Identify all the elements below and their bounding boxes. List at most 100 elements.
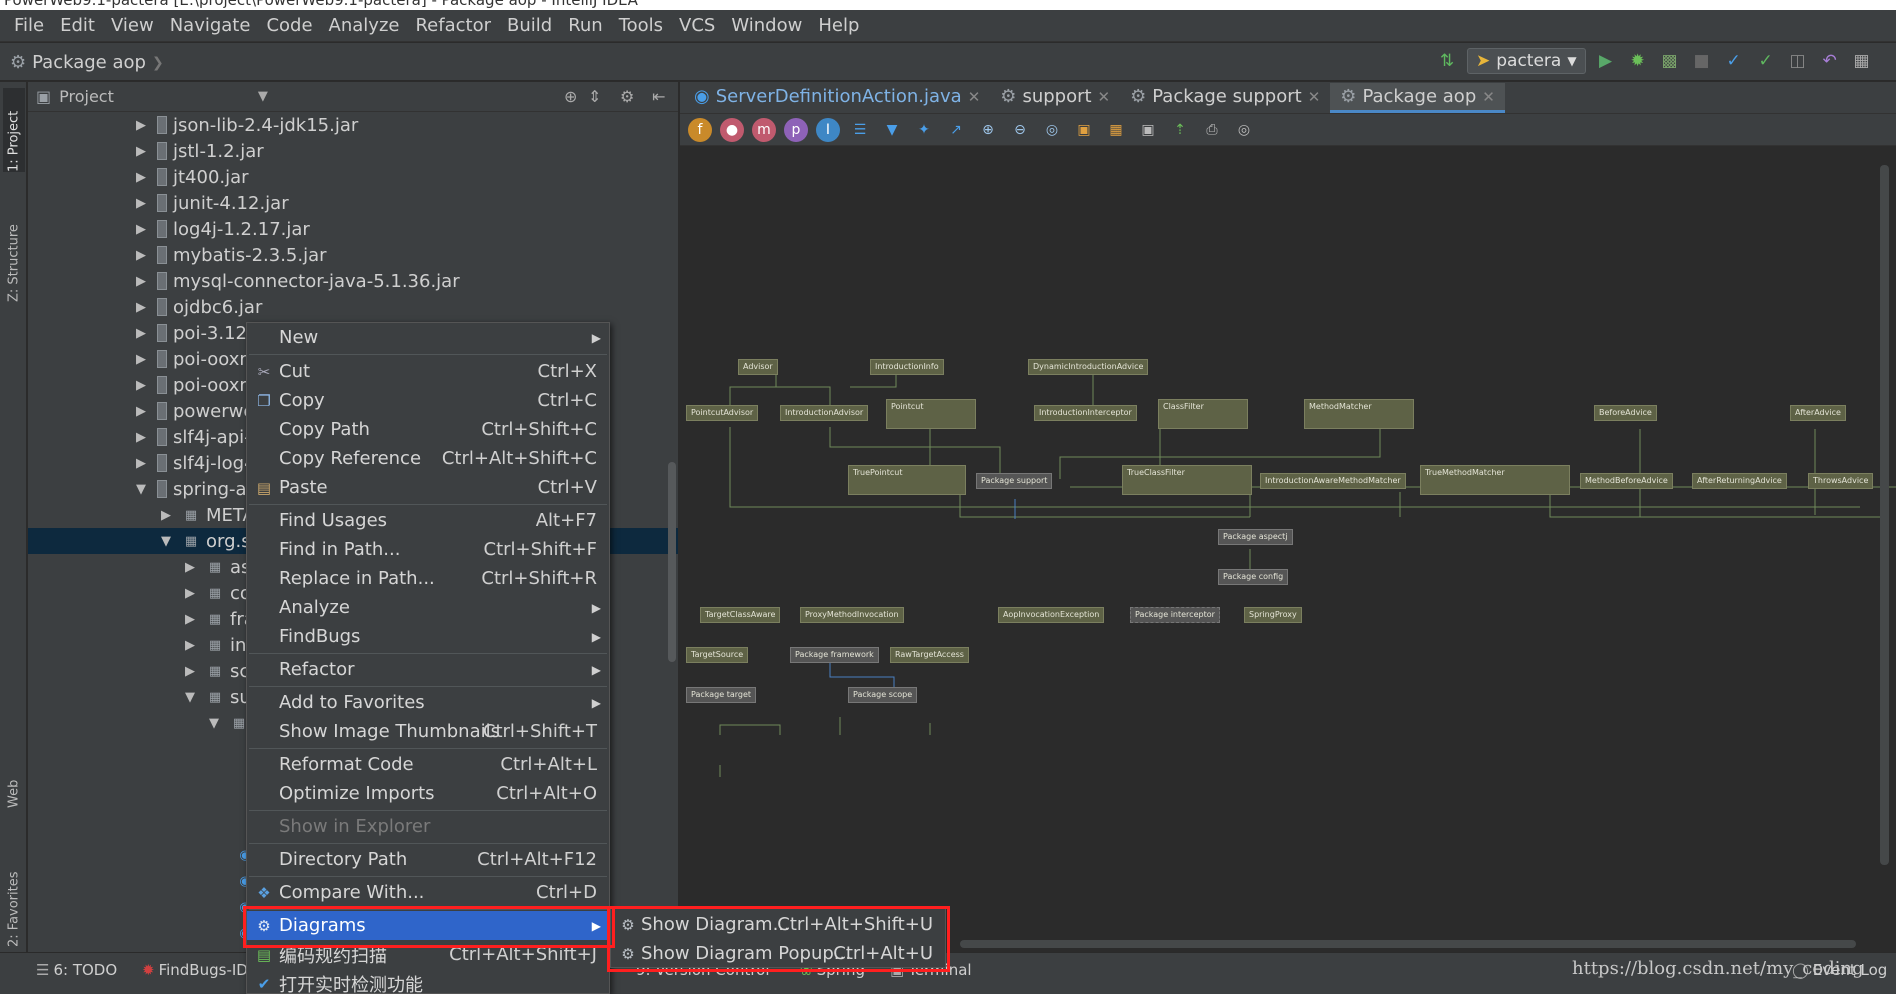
- menu-item-show-image-thumbnails[interactable]: Show Image Thumbnails Ctrl+Shift+T: [247, 717, 609, 746]
- inner-classes-filter-icon[interactable]: I: [816, 117, 840, 142]
- expand-arrow-icon[interactable]: ▶: [133, 170, 149, 185]
- vcs-commit-icon[interactable]: ✓: [1754, 49, 1778, 73]
- tab-package-support[interactable]: ⚙ Package support ✕: [1120, 83, 1330, 113]
- menu-window[interactable]: Window: [723, 15, 810, 36]
- menu-build[interactable]: Build: [499, 15, 560, 36]
- preview-icon[interactable]: ◎: [1232, 118, 1256, 142]
- properties-filter-icon[interactable]: p: [784, 117, 808, 142]
- menu-navigate[interactable]: Navigate: [162, 15, 259, 36]
- tree-row-jar[interactable]: ▶ jstl-1.2.jar: [28, 138, 678, 164]
- menu-item-add-to-favorites[interactable]: Add to Favorites ▶: [247, 688, 609, 717]
- print-icon[interactable]: ⎙: [1200, 118, 1224, 142]
- diagram-vertical-scrollbar[interactable]: [1880, 165, 1889, 865]
- menu-edit[interactable]: Edit: [52, 15, 103, 36]
- menu-item-find-in-path[interactable]: Find in Path... Ctrl+Shift+F: [247, 535, 609, 564]
- diagram-node[interactable]: Advisor: [738, 359, 778, 375]
- breadcrumb-package-aop[interactable]: Package aop: [32, 52, 146, 73]
- menu-item-copy-path[interactable]: Copy Path Ctrl+Shift+C: [247, 415, 609, 444]
- vcs-update-icon[interactable]: ✓: [1722, 49, 1746, 73]
- tab-server-definition-action[interactable]: ◉ ServerDefinitionAction.java ✕: [684, 83, 990, 113]
- menu-item-code-scan[interactable]: ▤ 编码规约扫描 Ctrl+Alt+Shift+J: [247, 940, 609, 969]
- fit-content-icon[interactable]: ▣: [1072, 118, 1096, 142]
- tree-row-jar[interactable]: ▶ junit-4.12.jar: [28, 190, 678, 216]
- menu-item-compare-with[interactable]: ❖ Compare With... Ctrl+D: [247, 878, 609, 907]
- menu-analyze[interactable]: Analyze: [321, 15, 408, 36]
- diagram-node[interactable]: TrueMethodMatcher: [1420, 465, 1570, 495]
- diagram-node[interactable]: IntroductionInfo: [870, 359, 944, 375]
- menu-item-show-diagram-popup[interactable]: ⚙ Show Diagram Popup... Ctrl+Alt+U: [611, 939, 945, 968]
- expand-arrow-icon[interactable]: ▶: [182, 612, 198, 627]
- expand-arrow-icon[interactable]: ▶: [133, 456, 149, 471]
- expand-arrow-icon[interactable]: ▶: [133, 430, 149, 445]
- menu-tools[interactable]: Tools: [611, 15, 671, 36]
- diagram-node[interactable]: MethodBeforeAdvice: [1580, 473, 1673, 489]
- diagram-package-node[interactable]: Package framework: [790, 647, 879, 663]
- menu-run[interactable]: Run: [560, 15, 611, 36]
- menu-help[interactable]: Help: [810, 15, 867, 36]
- collapse-arrow-icon[interactable]: ▼: [206, 716, 222, 731]
- menu-refactor[interactable]: Refactor: [407, 15, 499, 36]
- constructors-filter-icon[interactable]: ●: [720, 117, 744, 142]
- collapse-arrow-icon[interactable]: ▼: [158, 534, 174, 549]
- tree-row-jar[interactable]: ▶ mysql-connector-java-5.1.36.jar: [28, 268, 678, 294]
- tool-tab-project[interactable]: 1: Project: [3, 88, 25, 172]
- diagram-node[interactable]: TargetClassAware: [700, 607, 781, 623]
- actual-size-icon[interactable]: ◎: [1040, 118, 1064, 142]
- menu-item-replace-in-path[interactable]: Replace in Path... Ctrl+Shift+R: [247, 564, 609, 593]
- menu-item-copy[interactable]: ❐ Copy Ctrl+C: [247, 386, 609, 415]
- menu-item-analyze[interactable]: Analyze ▶: [247, 593, 609, 622]
- expand-arrow-icon[interactable]: ▶: [133, 196, 149, 211]
- show-categories-icon[interactable]: ☰: [848, 118, 872, 142]
- diagram-node[interactable]: IntroductionAwareMethodMatcher: [1260, 473, 1406, 489]
- diagram-node[interactable]: ProxyMethodInvocation: [800, 607, 904, 623]
- gear-icon[interactable]: ⚙: [620, 87, 634, 106]
- tree-row-jar[interactable]: ▶ ojdbc6.jar: [28, 294, 678, 320]
- filter-icon[interactable]: ▼: [880, 118, 904, 142]
- diagram-node[interactable]: AfterAdvice: [1790, 405, 1846, 421]
- menu-item-realtime-detection[interactable]: ✔ 打开实时检测功能: [247, 969, 609, 994]
- apply-layout-icon[interactable]: ▦: [1104, 118, 1128, 142]
- menu-item-show-diagram[interactable]: ⚙ Show Diagram... Ctrl+Alt+Shift+U: [611, 910, 945, 939]
- diagram-package-node[interactable]: Package support: [976, 473, 1053, 489]
- tab-package-aop[interactable]: ⚙ Package aop ✕: [1330, 83, 1505, 113]
- chevron-down-icon[interactable]: ▼: [258, 89, 268, 104]
- menu-view[interactable]: View: [103, 15, 162, 36]
- methods-filter-icon[interactable]: m: [752, 117, 776, 142]
- diagram-package-node[interactable]: Package aspectj: [1218, 529, 1293, 545]
- menu-item-new[interactable]: New ▶: [247, 323, 609, 352]
- close-icon[interactable]: ✕: [968, 88, 981, 106]
- tree-row-jar[interactable]: ▶ log4j-1.2.17.jar: [28, 216, 678, 242]
- tool-tab-structure[interactable]: Z: Structure: [3, 202, 25, 302]
- run-configuration-select[interactable]: ➤ pactera ▼: [1467, 48, 1586, 74]
- expand-arrow-icon[interactable]: ▶: [133, 326, 149, 341]
- todo-tool-button[interactable]: ☰ 6: TODO: [36, 961, 117, 979]
- menu-item-copy-reference[interactable]: Copy Reference Ctrl+Alt+Shift+C: [247, 444, 609, 473]
- diagram-node[interactable]: IntroductionInterceptor: [1034, 405, 1137, 421]
- menu-item-paste[interactable]: ▤ Paste Ctrl+V: [247, 473, 609, 502]
- expand-arrow-icon[interactable]: ▶: [182, 586, 198, 601]
- collapse-arrow-icon[interactable]: ▼: [182, 690, 198, 705]
- diagram-package-node[interactable]: Package interceptor: [1130, 607, 1220, 623]
- close-icon[interactable]: ✕: [1482, 88, 1495, 106]
- expand-arrow-icon[interactable]: ▶: [133, 248, 149, 263]
- findbugs-tool-button[interactable]: ✹ FindBugs-ID: [142, 961, 248, 979]
- menu-item-reformat-code[interactable]: Reformat Code Ctrl+Alt+L: [247, 750, 609, 779]
- hide-panel-icon[interactable]: ⇤: [652, 87, 665, 106]
- tool-tab-web[interactable]: Web: [3, 762, 25, 808]
- menu-item-cut[interactable]: ✂ Cut Ctrl+X: [247, 357, 609, 386]
- collapse-arrow-icon[interactable]: ▼: [133, 482, 149, 497]
- expand-arrow-icon[interactable]: ▶: [133, 222, 149, 237]
- pin-icon[interactable]: ✦: [912, 118, 936, 142]
- project-panel-scrollbar[interactable]: [668, 462, 676, 662]
- expand-arrow-icon[interactable]: ▶: [182, 638, 198, 653]
- menu-item-refactor[interactable]: Refactor ▶: [247, 655, 609, 684]
- menu-item-find-usages[interactable]: Find Usages Alt+F7: [247, 506, 609, 535]
- debug-icon[interactable]: ✹: [1626, 49, 1650, 73]
- save-diagram-icon[interactable]: ▣: [1136, 118, 1160, 142]
- menu-vcs[interactable]: VCS: [671, 15, 723, 36]
- diagram-node[interactable]: TrueClassFilter: [1122, 465, 1252, 495]
- expand-arrow-icon[interactable]: ▶: [133, 378, 149, 393]
- expand-arrow-icon[interactable]: ▶: [182, 664, 198, 679]
- export-file-icon[interactable]: ⇡: [1168, 118, 1192, 142]
- close-icon[interactable]: ✕: [1098, 88, 1111, 106]
